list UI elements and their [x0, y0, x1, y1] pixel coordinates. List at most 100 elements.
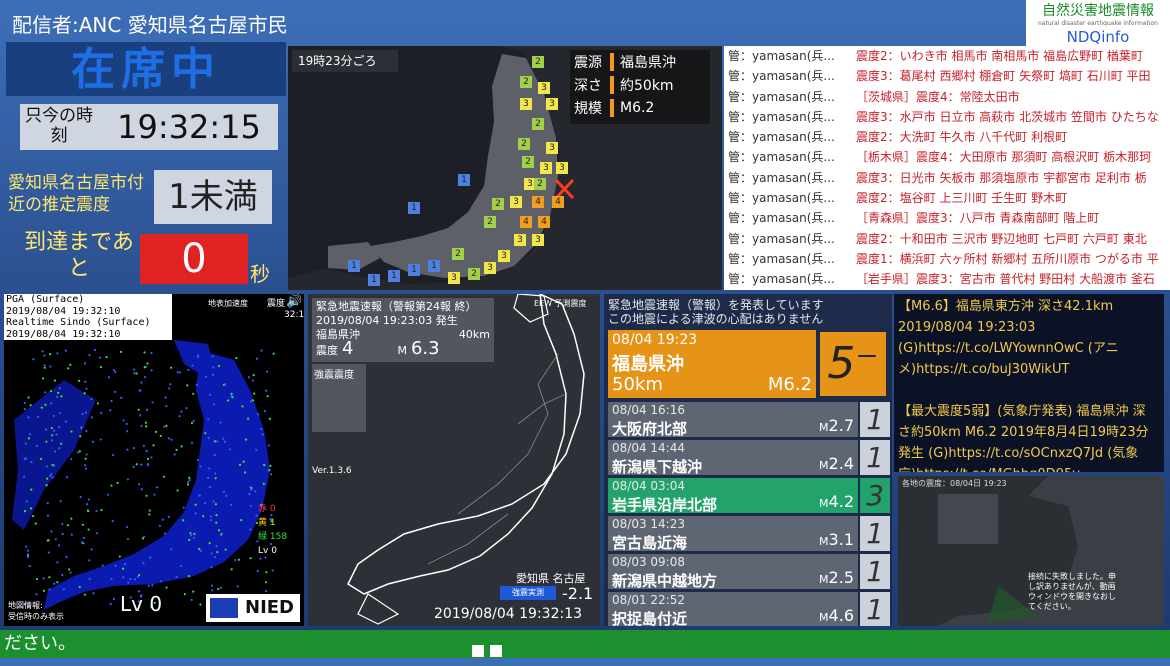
- twitter-feed[interactable]: 【M6.6】福島県東方沖 深さ42.1km 2019/08/04 19:23:03…: [894, 294, 1164, 472]
- speaker-icon[interactable]: 🔊: [286, 294, 302, 309]
- pga-station-dot: [85, 387, 88, 390]
- pga-station-dot: [25, 500, 28, 503]
- quake-mag: M4.6: [819, 606, 854, 625]
- pga-station-dot: [126, 478, 130, 481]
- pga-station-dot: [27, 555, 30, 559]
- pga-station-dot: [85, 503, 89, 506]
- pga-station-dot: [222, 437, 225, 440]
- quake-mag-value: 4.2: [828, 492, 854, 511]
- pga-station-dot: [194, 512, 197, 515]
- tweet-line: メ)https://t.co/buJ30WikUT: [898, 362, 1070, 377]
- pga-station-dot: [24, 442, 27, 445]
- pga-station-dot: [186, 483, 190, 486]
- pga-station-dot: [154, 430, 158, 433]
- pga-station-dot: [41, 377, 45, 380]
- pga-station-dot: [182, 519, 185, 522]
- pga-station-dot: [158, 524, 161, 527]
- intensity-marker: 2: [492, 198, 504, 210]
- pga-station-dot: [227, 399, 230, 402]
- intensity-marker: 3: [498, 250, 510, 262]
- pga-station-dot: [112, 368, 115, 372]
- quake-row[interactable]: 08/04 14:44 新潟県下越沖 M2.4: [608, 440, 858, 476]
- pga-station-dot: [121, 567, 125, 570]
- pga-station-dot: [46, 477, 49, 480]
- pga-station-dot: [251, 379, 255, 382]
- pga-station-dot: [145, 494, 148, 497]
- quake-place: 岩手県沿岸北部: [612, 496, 718, 514]
- pga-station-dot: [80, 427, 83, 430]
- pga-station-dot: [41, 350, 44, 353]
- pga-station-dot: [83, 464, 87, 467]
- main-place: 福島県沖: [612, 354, 684, 375]
- pga-station-dot: [84, 467, 87, 470]
- clock-label: 只今の時刻: [25, 106, 93, 146]
- pga-station-dot: [56, 581, 59, 584]
- pga-station-dot: [58, 447, 61, 450]
- pga-station-dot: [219, 586, 222, 589]
- pga-station-dot: [105, 356, 108, 359]
- feed-row: 管：yamasan(兵... 震度3：水戸市 日立市 高萩市 北茨城市 笠間市 ひ…: [724, 107, 1170, 127]
- pga-station-dot: [192, 392, 195, 395]
- pga-station-dot: [249, 528, 252, 531]
- arrival-label: 到達まであと: [24, 230, 134, 281]
- mini-msg: 接続に失敗しました。申し訳ありませんが、動画ウィンドウを開きなおしてください。: [1028, 572, 1116, 611]
- feed-user: 管：yamasan(兵...: [728, 49, 835, 63]
- pga-station-dot: [260, 349, 263, 352]
- pga-station-dot: [180, 564, 183, 568]
- pga-station-dot: [109, 603, 112, 606]
- pga-station-dot: [140, 381, 143, 384]
- quake-row[interactable]: 08/01 22:52 択捉島付近 M4.6: [608, 592, 858, 626]
- feed-message: 震度1：横浜町 六ヶ所村 新郷村 五所川原市 つがる市 平: [856, 251, 1159, 266]
- pga-station-dot: [100, 412, 103, 415]
- pga-panel: PGA (Surface) 2019/08/04 19:32:10 Realti…: [4, 294, 304, 626]
- pga-station-dot: [45, 484, 48, 487]
- pga-station-dot: [142, 535, 146, 538]
- pga-footer: 地図情報: 受信時のみ表示: [8, 600, 64, 622]
- pga-station-dot: [112, 597, 115, 601]
- pga-station-dot: [169, 383, 172, 386]
- quake-row[interactable]: 08/03 14:23 宮古島近海 M3.1: [608, 516, 858, 552]
- pga-station-dot: [178, 371, 182, 374]
- eew-loc-sub: 強震実測: [500, 586, 556, 600]
- pga-station-dot: [22, 475, 26, 478]
- mini-video[interactable]: 各地の震度：08/04日 19:23 接続に失敗しました。申し訳ありませんが、動…: [898, 476, 1164, 626]
- pga-station-dot: [51, 476, 54, 479]
- pga-station-dot: [216, 440, 219, 443]
- pga-station-dot: [190, 441, 194, 445]
- pga-station-dot: [28, 433, 32, 436]
- pga-station-dot: [35, 593, 38, 596]
- pga-station-dot: [207, 418, 210, 421]
- pga-station-dot: [243, 471, 247, 474]
- quake-datetime: 08/03 14:23: [612, 517, 685, 531]
- pga-station-dot: [88, 353, 91, 357]
- pga-station-dot: [110, 577, 113, 580]
- main-quake[interactable]: 08/04 19:23 福島県沖 50km M6.2: [608, 330, 816, 398]
- quake-row[interactable]: 08/04 03:04 岩手県沿岸北部 M4.2: [608, 478, 858, 514]
- ticker-indicator: [472, 638, 508, 666]
- pga-station-dot: [165, 404, 168, 408]
- pga-station-dot: [56, 352, 59, 355]
- intensity-marker: 4: [538, 216, 550, 228]
- tweet-line: 発生 (G)https://t.co/sOCnxzQ7Jd (気象: [898, 446, 1139, 461]
- pga-station-dot: [257, 413, 260, 416]
- legend-label: 赤: [258, 504, 268, 514]
- pga-station-dot: [23, 457, 26, 461]
- pga-station-dot: [216, 551, 219, 554]
- pga-station-dot: [267, 444, 270, 447]
- pga-station-dot: [59, 500, 62, 503]
- intensity-marker: 2: [532, 118, 544, 130]
- pga-station-dot: [92, 592, 95, 595]
- feed-user: 管：yamasan(兵...: [728, 231, 835, 246]
- pga-station-dot: [139, 389, 142, 392]
- chat-feed[interactable]: 管：yamasan(兵... 震度2：いわき市 相馬市 南相馬市 福島広野町 楢葉…: [724, 46, 1170, 290]
- quake-mag: M4.2: [819, 492, 854, 511]
- quake-row[interactable]: 08/04 16:16 大阪府北部 M2.7: [608, 402, 858, 438]
- ticker-text: ださい。: [4, 633, 76, 654]
- intensity-marker: 3: [510, 196, 522, 208]
- pga-station-dot: [40, 457, 43, 461]
- main-depth: 50km: [612, 374, 663, 395]
- quake-row[interactable]: 08/03 09:08 新潟県中越地方 M2.5: [608, 554, 858, 590]
- quake-mag-value: 3.1: [828, 530, 854, 549]
- feed-message: ［茨城県］震度4：常陸太田市: [856, 89, 1020, 104]
- eew-place: 福島県沖: [316, 328, 360, 341]
